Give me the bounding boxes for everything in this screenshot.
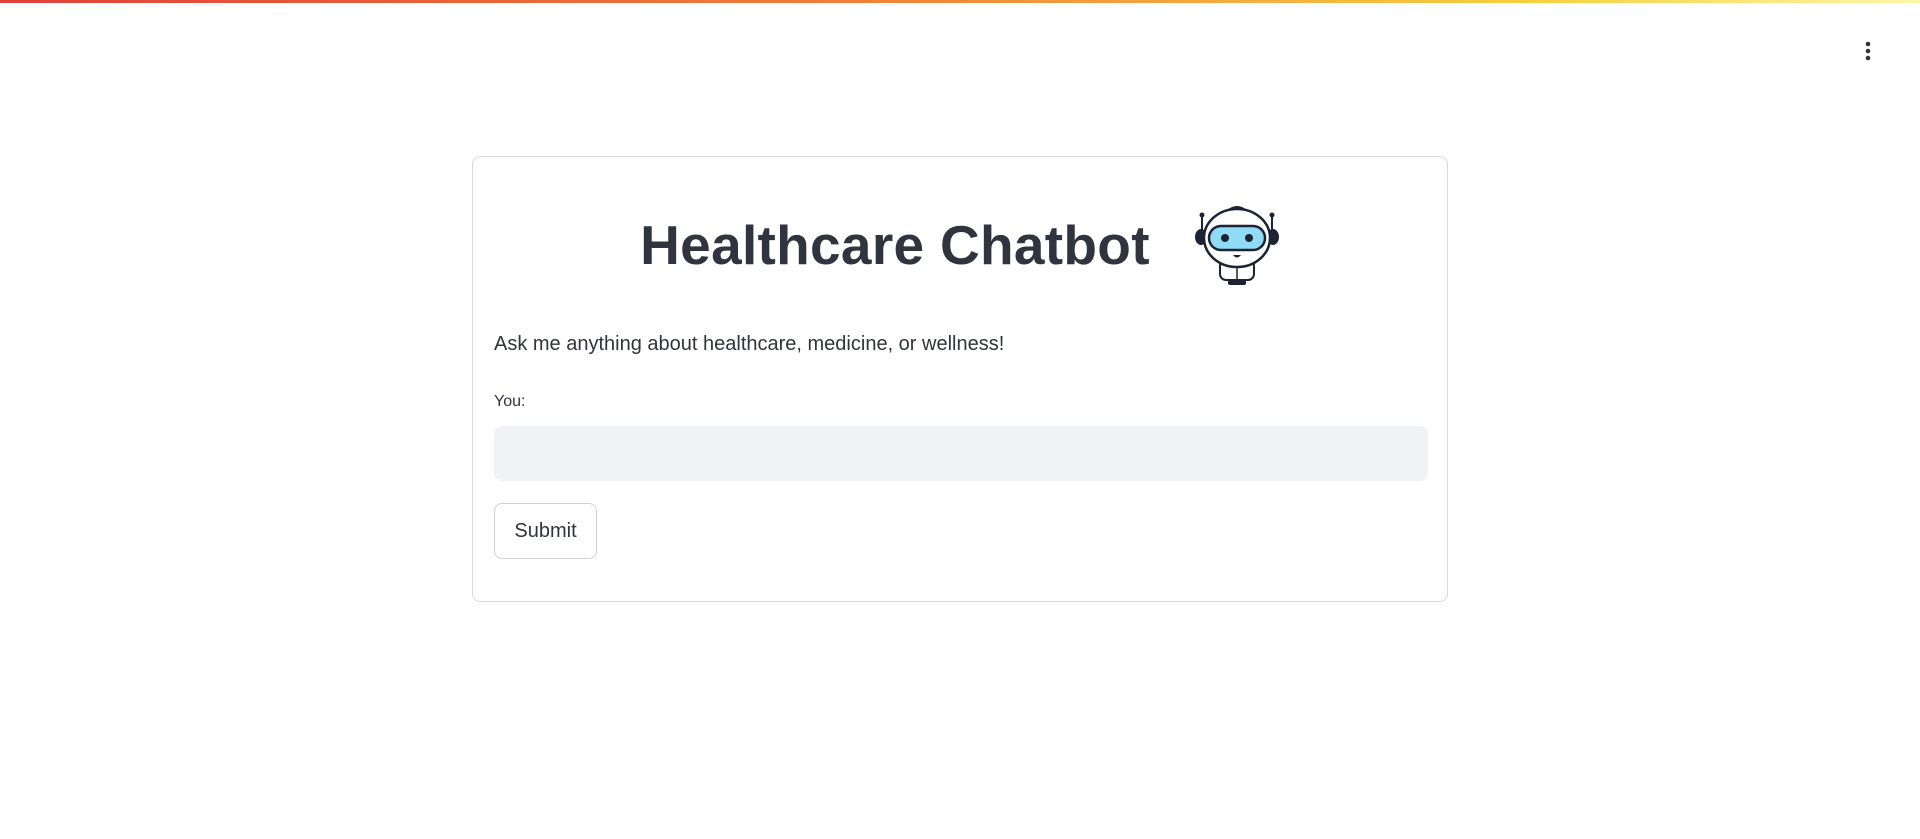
vertical-ellipsis-icon <box>1865 41 1871 61</box>
submit-button[interactable]: Submit <box>494 503 597 559</box>
robot-icon <box>1194 205 1279 285</box>
app-top-accent-bar <box>0 0 1920 3</box>
page-title: Healthcare Chatbot <box>640 213 1150 276</box>
chat-intro-text: Ask me anything about healthcare, medici… <box>494 333 1005 355</box>
main-menu-button[interactable] <box>1850 36 1886 66</box>
title-row: Healthcare Chatbot <box>473 197 1447 292</box>
question-input[interactable] <box>494 426 1428 481</box>
input-label: You: <box>494 393 526 410</box>
chat-form-card: Healthcare Chatbot Ask me anything about… <box>472 156 1448 602</box>
